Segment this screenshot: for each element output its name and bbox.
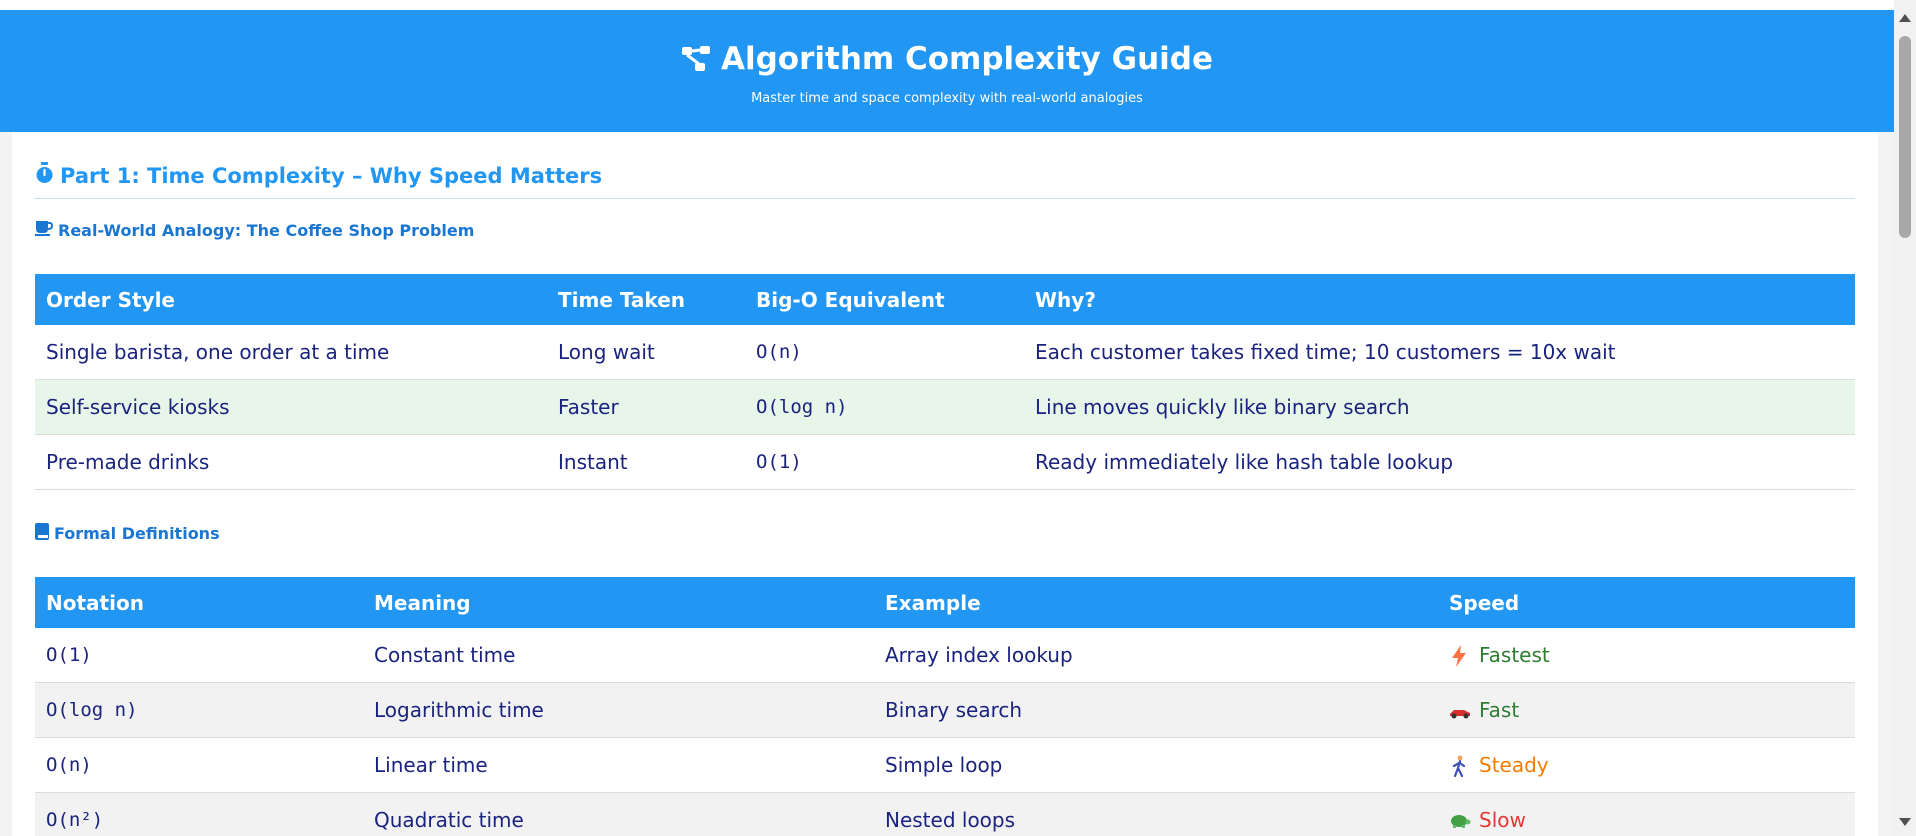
- table-row: Pre-made drinks Instant O(1) Ready immed…: [35, 434, 1855, 490]
- notation-cell: O(log n): [35, 682, 363, 738]
- page-title: Algorithm Complexity Guide: [721, 41, 1213, 77]
- coffee-icon: [35, 220, 54, 240]
- speed-label: Fast: [1479, 698, 1520, 722]
- column-header: Big-O Equivalent: [745, 274, 1024, 325]
- speed-label: Fastest: [1479, 643, 1550, 667]
- speed-cell: Steady: [1438, 737, 1855, 793]
- column-header: Why?: [1024, 274, 1855, 325]
- definitions-heading: Formal Definitions: [35, 523, 220, 544]
- speed-cell: Fast: [1438, 682, 1855, 738]
- meaning-cell: Quadratic time: [363, 792, 874, 836]
- race-car-icon: [1449, 700, 1470, 720]
- big-o-cell: O(1): [745, 434, 1024, 490]
- column-header: Time Taken: [547, 274, 745, 325]
- definitions-title: Formal Definitions: [54, 524, 220, 543]
- page-subtitle: Master time and space complexity with re…: [751, 91, 1143, 106]
- meaning-cell: Logarithmic time: [363, 682, 874, 738]
- header-title-row: Algorithm Complexity Guide: [0, 41, 1894, 77]
- table-row: O(1) Constant time Array index lookup Fa…: [35, 628, 1855, 683]
- analogy-table: Order Style Time Taken Big-O Equivalent …: [35, 274, 1855, 490]
- meaning-cell: Linear time: [363, 737, 874, 793]
- speed-cell: Fastest: [1438, 628, 1855, 683]
- vertical-scrollbar[interactable]: [1894, 0, 1916, 836]
- scrollbar-thumb[interactable]: [1899, 36, 1911, 238]
- main-content: Part 1: Time Complexity – Why Speed Matt…: [12, 132, 1878, 836]
- table-row: Single barista, one order at a time Long…: [35, 325, 1855, 380]
- meaning-cell: Constant time: [363, 628, 874, 683]
- page: Algorithm Complexity Guide Master time a…: [0, 0, 1916, 836]
- time-taken-cell: Instant: [547, 434, 745, 490]
- notation-cell: O(n): [35, 737, 363, 793]
- notation-cell: O(n²): [35, 792, 363, 836]
- stopwatch-icon: [35, 162, 54, 189]
- definitions-table: Notation Meaning Example Speed O(1) Cons…: [35, 577, 1855, 836]
- page-header: Algorithm Complexity Guide Master time a…: [0, 10, 1894, 132]
- big-o-cell: O(n): [745, 325, 1024, 380]
- speed-label: Steady: [1479, 753, 1549, 777]
- scroll-up-arrow-icon[interactable]: [1899, 14, 1911, 22]
- analogy-title: Real-World Analogy: The Coffee Shop Prob…: [58, 220, 475, 240]
- speed-cell: Slow: [1438, 792, 1855, 836]
- table-row: Self-service kiosks Faster O(log n) Line…: [35, 379, 1855, 435]
- section-title-text: Part 1: Time Complexity – Why Speed Matt…: [60, 163, 603, 188]
- top-strip: [0, 0, 1894, 10]
- table-row: O(n) Linear time Simple loop Steady: [35, 737, 1855, 793]
- turtle-icon: [1449, 810, 1471, 830]
- analogy-heading: Real-World Analogy: The Coffee Shop Prob…: [35, 220, 474, 240]
- sitemap-icon: [681, 45, 711, 73]
- column-header: Example: [874, 577, 1438, 628]
- example-cell: Nested loops: [874, 792, 1438, 836]
- example-cell: Binary search: [874, 682, 1438, 738]
- column-header: Notation: [35, 577, 363, 628]
- order-style-cell: Pre-made drinks: [35, 434, 547, 490]
- example-cell: Array index lookup: [874, 628, 1438, 683]
- order-style-cell: Self-service kiosks: [35, 379, 547, 435]
- example-cell: Simple loop: [874, 737, 1438, 793]
- table-row: O(log n) Logarithmic time Binary search: [35, 682, 1855, 738]
- scroll-down-arrow-icon[interactable]: [1899, 818, 1911, 826]
- why-cell: Ready immediately like hash table lookup: [1024, 434, 1855, 490]
- lightning-icon: [1449, 645, 1469, 667]
- big-o-cell: O(log n): [745, 379, 1024, 435]
- column-header: Order Style: [35, 274, 547, 325]
- walking-person-icon: [1449, 755, 1469, 778]
- book-icon: [35, 523, 49, 544]
- time-taken-cell: Long wait: [547, 325, 745, 380]
- table-row: O(n²) Quadratic time Nested loops Slow: [35, 792, 1855, 836]
- speed-label: Slow: [1479, 808, 1526, 832]
- why-cell: Line moves quickly like binary search: [1024, 379, 1855, 435]
- order-style-cell: Single barista, one order at a time: [35, 325, 547, 380]
- why-cell: Each customer takes fixed time; 10 custo…: [1024, 325, 1855, 380]
- section-divider: [35, 198, 1855, 199]
- column-header: Speed: [1438, 577, 1855, 628]
- table-header-row: Notation Meaning Example Speed: [35, 577, 1855, 628]
- time-taken-cell: Faster: [547, 379, 745, 435]
- column-header: Meaning: [363, 577, 874, 628]
- notation-cell: O(1): [35, 628, 363, 683]
- section-heading: Part 1: Time Complexity – Why Speed Matt…: [35, 162, 602, 189]
- table-header-row: Order Style Time Taken Big-O Equivalent …: [35, 274, 1855, 325]
